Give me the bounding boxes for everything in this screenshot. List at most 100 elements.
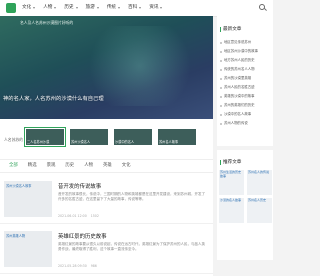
tab-culture[interactable]: 文化 (117, 159, 136, 173)
bullet-icon (220, 59, 222, 62)
sidebar-divider (217, 146, 273, 150)
article-meta: 2021-05-28 09:30 986 (58, 264, 97, 268)
sidebar-link-text: 苏州人物的传说 (224, 121, 248, 126)
nav-item-4[interactable]: 旅游 (82, 0, 103, 16)
top-navigation-bar: 文化 人物 历史 旅游 传统 百科 资讯 (0, 0, 273, 17)
sidebar-link-text: 地区苏州沙漠中的故事 (224, 49, 258, 54)
site-logo[interactable] (6, 3, 16, 13)
sidebar-heading-text: 推荐文章 (223, 160, 242, 165)
sidebar-link[interactable]: 苏州的沙漠里英雄 (220, 74, 272, 83)
chevron-down-icon (139, 7, 142, 9)
recommended-card[interactable]: 苏州生活的历史故事 (219, 170, 244, 195)
sidebar-link-text: 传统的苏州名人人物 (224, 67, 255, 72)
sidebar-link[interactable]: 地区意见传说苏州 (220, 38, 272, 47)
sidebar-link-text: 英雄的沙漠中的故事 (224, 94, 255, 99)
tab-all[interactable]: 全部 (4, 159, 23, 173)
article-views: 986 (90, 264, 97, 268)
chevron-down-icon (75, 7, 78, 9)
tab-heroes[interactable]: 英雄 (98, 159, 117, 173)
bullet-icon (220, 68, 222, 71)
nav-item-label: 资讯 (149, 5, 159, 10)
sidebar-link-text: 沙漠中的名人故事 (224, 112, 252, 117)
sidebar-link[interactable]: 沙漠中的名人故事 (220, 110, 272, 119)
latest-articles-list: 地区意见传说苏州 地区苏州沙漠中的故事 地方苏州人民的历史 传统的苏州名人人物 … (220, 38, 272, 128)
article-list: 苏州沙漠名人故事 昔开发的传说故事 昔开发的故事很长，传说中，三国时期的人物和英… (0, 173, 213, 276)
bullet-icon (220, 77, 222, 80)
nav-item-label: 人物 (43, 5, 53, 10)
bullet-icon (220, 86, 222, 89)
thumb-caption: 苏州名人故事 (159, 140, 179, 144)
chevron-down-icon (33, 7, 36, 9)
thumb-caption: 二人名苏州沙漠 (27, 140, 50, 144)
article-title[interactable]: 昔开发的传说故事 (58, 182, 101, 190)
carousel-thumb[interactable]: 沙漠中的名人 (113, 128, 153, 146)
article-thumbnail[interactable]: 苏州英雄人物 (4, 231, 52, 267)
bullet-icon (220, 41, 222, 44)
nav-item-label: 旅游 (85, 5, 95, 10)
article-views: 1502 (90, 214, 99, 218)
carousel-thumb[interactable]: 苏州沙漠名人 (69, 128, 109, 146)
tab-featured[interactable]: 精选 (23, 159, 42, 173)
nav-item-label: 文化 (22, 5, 32, 10)
main-content: 名人及人名苏州沙漠图片好听的 神的名人家，人名苏州的沙漠什么有自己理 人名苏苏的… (0, 16, 213, 276)
article-thumbnail[interactable]: 苏州沙漠名人故事 (4, 181, 52, 217)
main-nav: 文化 人物 历史 旅游 传统 百科 资讯 (18, 0, 166, 16)
sidebar-heading: 最新文章 (220, 26, 241, 32)
recommended-card[interactable]: 苏州名人历史 (247, 198, 272, 223)
article-description: 昔开发的故事很长，传说中，三国时期的人物和英雄都是在这里开发建设，来到苏州城，开… (58, 192, 205, 202)
chevron-down-icon (118, 7, 121, 9)
hero-title[interactable]: 神的名人家，人名苏州的沙漠什么有自己理 (3, 94, 104, 102)
tab-history[interactable]: 历史 (60, 159, 79, 173)
sidebar-link-text: 地方苏州人民的历史 (224, 58, 255, 63)
list-item[interactable]: 苏州英雄人物 英雄红景的历史故事 英雄红景的故事要从很久以前说起，传说在远古时代… (0, 225, 213, 274)
recommended-card[interactable]: 苏州名人的传说 (247, 170, 272, 195)
bullet-icon (220, 95, 222, 98)
nav-item-label: 历史 (64, 5, 74, 10)
carousel-thumb[interactable]: 二人名苏州沙漠 (24, 127, 66, 147)
bullet-icon (220, 113, 222, 116)
sidebar-link[interactable]: 地区苏州沙漠中的故事 (220, 47, 272, 56)
sidebar-heading-recommended: 推荐文章 (220, 159, 241, 165)
sidebar-heading-text: 最新文章 (223, 27, 242, 32)
sidebar-link[interactable]: 苏州的英雄们的历史 (220, 101, 272, 110)
recommended-grid: 苏州生活的历史故事 苏州名人的传说 沙漠的名人故事 苏州名人历史 (219, 170, 273, 223)
sidebar-link[interactable]: 苏州人民的名胜古迹 (220, 83, 272, 92)
thumb-caption: 沙漠中的名人 (115, 140, 135, 144)
sidebar-link-text: 苏州人民的名胜古迹 (224, 85, 255, 90)
search-icon[interactable] (259, 4, 265, 10)
article-date: 2021-05-28 09:30 (58, 264, 87, 268)
nav-item-label: 百科 (128, 5, 138, 10)
nav-item-6[interactable]: 百科 (124, 0, 145, 16)
sidebar-link-text: 苏州的沙漠里英雄 (224, 76, 252, 81)
carousel-thumb[interactable]: 苏州名人故事 (157, 128, 197, 146)
tab-scenery[interactable]: 景观 (42, 159, 61, 173)
tab-people[interactable]: 人物 (79, 159, 98, 173)
thumb-caption: 苏州沙漠名人 (71, 140, 91, 144)
sidebar-link[interactable]: 苏州人物的传说 (220, 119, 272, 128)
breadcrumb[interactable]: 名人及人名苏州沙漠图片好听的 (20, 20, 73, 26)
carousel-label: 人名苏苏的 (4, 137, 23, 142)
article-meta: 2021-06-01 12:00 1502 (58, 214, 99, 218)
nav-item-3[interactable]: 历史 (60, 0, 81, 16)
nav-item-2[interactable]: 人物 (39, 0, 60, 16)
bullet-icon (220, 104, 222, 107)
category-tabs: 全部 精选 景观 历史 人物 英雄 文化 (0, 159, 213, 173)
carousel-thumbnails: 人名苏苏的 二人名苏州沙漠 苏州沙漠名人 沙漠中的名人 苏州名人故事 (0, 119, 213, 159)
chevron-down-icon (160, 7, 163, 9)
sidebar-link[interactable]: 地方苏州人民的历史 (220, 56, 272, 65)
bullet-icon (220, 122, 222, 125)
sidebar-link[interactable]: 传统的苏州名人人物 (220, 65, 272, 74)
sidebar: 最新文章 地区意见传说苏州 地区苏州沙漠中的故事 地方苏州人民的历史 传统的苏州… (217, 16, 273, 260)
heading-accent (220, 159, 221, 165)
heading-accent (220, 26, 221, 32)
recommended-card[interactable]: 沙漠的名人故事 (219, 198, 244, 223)
nav-item-7[interactable]: 资讯 (145, 0, 166, 16)
sidebar-link-text: 地区意见传说苏州 (224, 40, 252, 45)
article-title[interactable]: 英雄红景的历史故事 (58, 232, 107, 240)
chevron-down-icon (54, 7, 57, 9)
nav-item-1[interactable]: 文化 (18, 0, 39, 16)
list-item[interactable]: 苏州沙漠名人故事 昔开发的传说故事 昔开发的故事很长，传说中，三国时期的人物和英… (0, 175, 213, 224)
nav-item-5[interactable]: 传统 (103, 0, 124, 16)
hero-banner[interactable]: 名人及人名苏州沙漠图片好听的 神的名人家，人名苏州的沙漠什么有自己理 (0, 16, 213, 119)
sidebar-link[interactable]: 英雄的沙漠中的故事 (220, 92, 272, 101)
